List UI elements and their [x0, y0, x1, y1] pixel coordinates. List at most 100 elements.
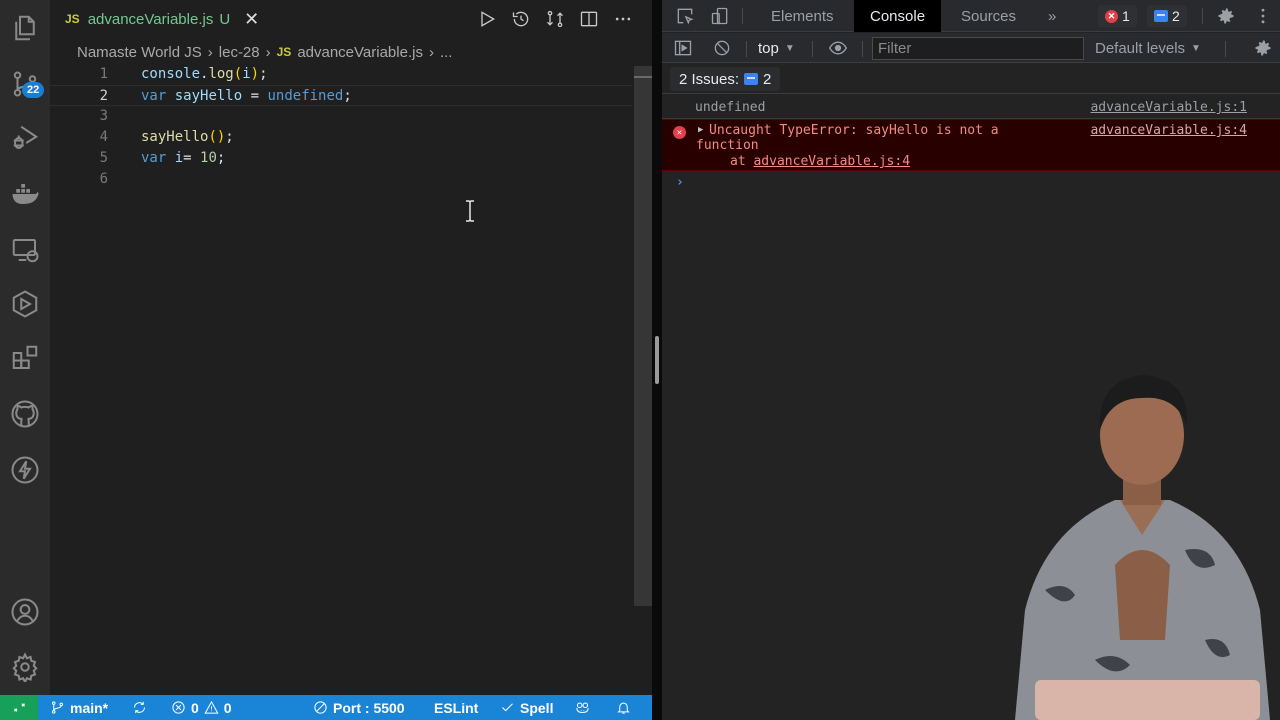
eslint-label: ESLint [434, 699, 479, 716]
message-count: 2 [1172, 8, 1180, 24]
copilot-button[interactable] [575, 695, 590, 720]
spell-check-indicator[interactable]: Spell [500, 695, 553, 720]
lightning-icon[interactable] [9, 454, 41, 486]
code-line: 1 console.log(i); [50, 64, 632, 85]
sync-icon [134, 701, 145, 714]
error-count: 1 [1122, 8, 1130, 24]
issues-bar: 2 Issues: 2 [662, 64, 1280, 94]
console-prompt: › [662, 171, 1280, 195]
more-actions-icon[interactable] [612, 8, 634, 30]
message-count-button[interactable]: 2 [1147, 5, 1187, 27]
tab-console[interactable]: Console [854, 0, 942, 32]
log-message: undefined [695, 100, 766, 115]
line-number: 6 [99, 171, 108, 187]
line-number: 3 [99, 108, 108, 124]
editor-area: JS advanceVariable.js U ✕ Namaste World … [50, 0, 652, 695]
tab-sources[interactable]: Sources [945, 0, 1032, 32]
caret-down-icon: ▼ [784, 42, 795, 54]
line-number: 2 [99, 88, 108, 104]
message-icon [744, 73, 759, 85]
separator [812, 41, 813, 57]
context-selector[interactable]: top ▼ [758, 33, 795, 63]
tab-filename: advanceVariable.js [87, 10, 214, 28]
docker-icon[interactable] [9, 178, 41, 210]
code-line-text: var sayHello = undefined; [141, 88, 352, 104]
notifications-button[interactable] [616, 695, 631, 720]
timeline-history-icon[interactable] [510, 8, 532, 30]
breadcrumb-item[interactable]: advanceVariable.js [297, 44, 423, 61]
editor-scrollbar[interactable] [634, 66, 652, 606]
console-input[interactable] [694, 173, 1254, 193]
close-icon[interactable]: ✕ [244, 9, 259, 30]
code-editor[interactable]: 1 console.log(i); 2 var sayHello = undef… [50, 64, 632, 190]
bell-icon [617, 702, 630, 714]
tab-advancevariable-js[interactable]: JS advanceVariable.js U ✕ [65, 0, 259, 38]
console-log-entry: undefined advanceVariable.js:1 [662, 95, 1280, 119]
message-icon [1154, 10, 1168, 22]
run-debug-icon[interactable] [9, 122, 41, 154]
code-line-text: var i= 10; [141, 150, 226, 166]
line-number: 4 [99, 129, 108, 145]
breadcrumb-item[interactable]: lec-28 [219, 44, 260, 61]
files-icon[interactable] [9, 12, 41, 44]
devtools-tabbar: Elements Console Sources » ✕ 1 2 [662, 0, 1280, 32]
resize-handle[interactable] [655, 336, 659, 384]
console-toolbar: top ▼ Default levels ▼ [662, 33, 1280, 63]
source-link[interactable]: advanceVariable.js:4 [1090, 123, 1247, 138]
caret-down-icon: ▼ [1191, 42, 1201, 54]
separator [746, 41, 747, 57]
editor-tabbar: JS advanceVariable.js U ✕ [50, 0, 652, 38]
device-toolbar-icon[interactable] [709, 5, 731, 27]
live-expression-eye-icon[interactable] [827, 37, 849, 59]
error-count-button[interactable]: ✕ 1 [1098, 5, 1137, 27]
remote-explorer-icon[interactable] [9, 234, 41, 266]
scrollbar-cursor-marker [634, 76, 652, 78]
inspect-element-icon[interactable] [674, 5, 696, 27]
chevron-right-icon: › [265, 43, 271, 61]
breadcrumb-item[interactable]: Namaste World JS [77, 44, 202, 61]
log-levels-dropdown[interactable]: Default levels ▼ [1095, 33, 1201, 63]
check-icon [502, 703, 513, 712]
problems-indicator[interactable]: 0 0 [171, 695, 232, 720]
separator [742, 8, 743, 24]
run-icon[interactable] [476, 8, 498, 30]
more-options-icon[interactable] [1252, 5, 1274, 27]
branch-name: main* [70, 699, 109, 716]
more-tabs-button[interactable]: » [1032, 0, 1072, 32]
prohibited-icon [314, 701, 327, 714]
eslint-indicator[interactable]: ESLint [434, 695, 478, 720]
live-server-port[interactable]: Port : 5500 [313, 695, 405, 720]
hexagon-play-icon[interactable] [9, 288, 41, 320]
tab-elements[interactable]: Elements [755, 0, 850, 32]
error-icon: ✕ [673, 126, 686, 139]
issues-button[interactable]: 2 Issues: 2 [670, 67, 781, 91]
sync-button[interactable] [132, 695, 147, 720]
code-line: 3 [50, 106, 632, 127]
clear-console-icon[interactable] [711, 37, 733, 59]
sidebar-toggle-icon[interactable] [672, 37, 694, 59]
issues-label: 2 Issues: [679, 70, 740, 88]
code-line-active: 2 var sayHello = undefined; [50, 85, 632, 106]
console-settings-gear-icon[interactable] [1252, 37, 1274, 59]
activity-bar: 22 [0, 0, 50, 695]
split-editor-icon[interactable] [578, 8, 600, 30]
github-icon[interactable] [9, 398, 41, 430]
expand-triangle-icon[interactable]: ▶ [698, 125, 703, 135]
line-number: 1 [99, 66, 108, 82]
presenter-video-overlay [1015, 375, 1270, 720]
gear-icon[interactable] [9, 651, 41, 683]
error-circle-icon [172, 701, 185, 714]
error-message: Uncaught TypeError: sayHello is not a [709, 123, 999, 138]
remote-indicator-button[interactable] [0, 695, 38, 720]
compare-changes-icon[interactable] [544, 8, 566, 30]
account-icon[interactable] [9, 596, 41, 628]
source-link[interactable]: advanceVariable.js:1 [1090, 100, 1247, 115]
settings-gear-icon[interactable] [1215, 5, 1237, 27]
extensions-icon[interactable] [9, 342, 41, 374]
breadcrumb-item[interactable]: ... [440, 44, 453, 61]
stack-source-link[interactable]: advanceVariable.js:4 [753, 154, 910, 169]
text-cursor-icon [466, 200, 474, 222]
branch-indicator[interactable]: main* [50, 695, 108, 720]
separator [1202, 8, 1203, 24]
filter-input[interactable] [872, 37, 1084, 60]
